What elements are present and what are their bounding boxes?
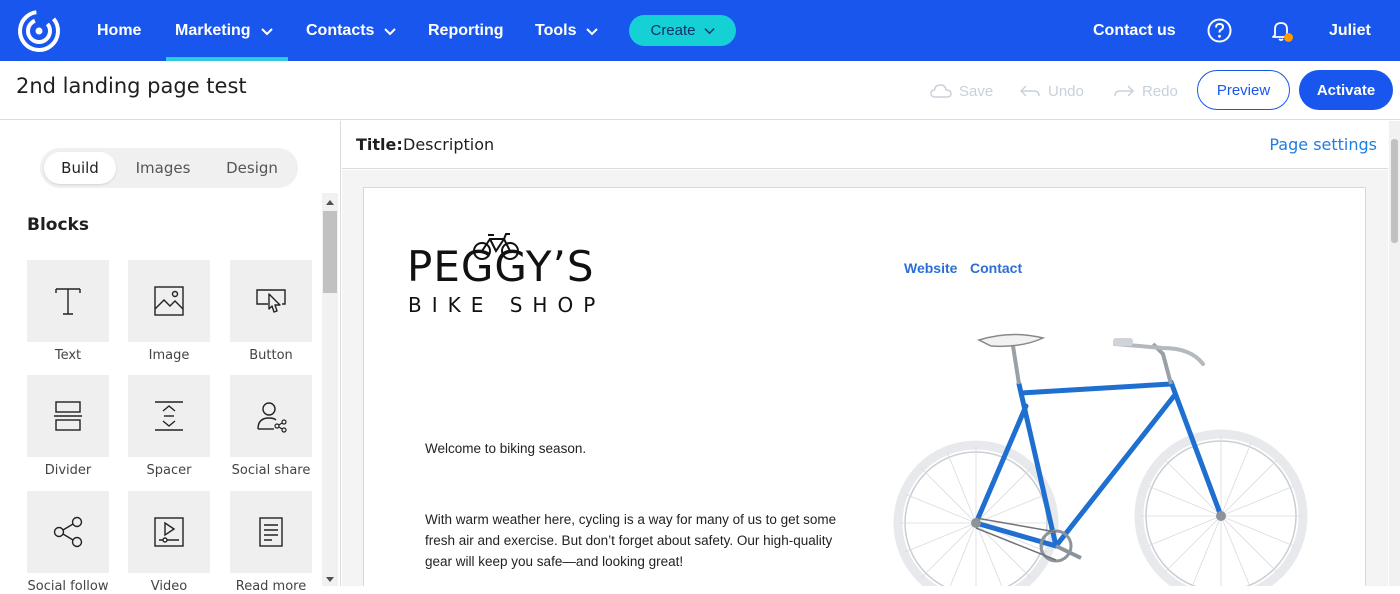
block-divider-label: Divider bbox=[44, 463, 92, 478]
block-image-tile bbox=[128, 260, 210, 342]
user-name: Juliet bbox=[1329, 21, 1371, 39]
preview-button[interactable]: Preview bbox=[1197, 70, 1290, 110]
block-video-label: Video bbox=[150, 579, 188, 594]
user-menu[interactable]: Juliet bbox=[1329, 0, 1371, 61]
block-read-more-tile bbox=[230, 491, 312, 573]
contact-us-label: Contact us bbox=[1093, 21, 1176, 39]
block-text-label: Text bbox=[54, 348, 82, 363]
body-line-1: With warm weather here, cycling is a way… bbox=[425, 512, 837, 527]
block-text-tile bbox=[27, 260, 109, 342]
block-image-label: Image bbox=[148, 348, 190, 363]
block-video[interactable]: Video bbox=[128, 491, 210, 594]
nav-home-label: Home bbox=[97, 21, 142, 39]
tab-design[interactable]: Design bbox=[210, 152, 294, 184]
nav-contacts[interactable]: Contacts bbox=[306, 0, 397, 61]
bicycle-logo-icon bbox=[473, 233, 519, 260]
bicycle-product-image bbox=[893, 333, 1308, 586]
redo-icon bbox=[1114, 85, 1134, 97]
block-read-more-label: Read more bbox=[235, 579, 307, 594]
block-image[interactable]: Image bbox=[128, 260, 210, 363]
nav-marketing[interactable]: Marketing bbox=[166, 0, 288, 61]
undo-button[interactable]: Undo bbox=[1019, 80, 1084, 102]
nav-tools[interactable]: Tools bbox=[535, 0, 599, 61]
chevron-down-icon bbox=[260, 27, 273, 35]
chevron-down-icon bbox=[586, 27, 599, 35]
chevron-down-icon bbox=[384, 27, 397, 35]
undo-label: Undo bbox=[1048, 82, 1084, 100]
block-read-more[interactable]: Read more bbox=[230, 491, 312, 594]
nav-contacts-label: Contacts bbox=[306, 21, 375, 39]
scroll-up-arrow-icon[interactable] bbox=[322, 195, 338, 209]
blocks-heading: Blocks bbox=[27, 215, 89, 235]
block-social-share[interactable]: Social share bbox=[230, 375, 312, 478]
constant-contact-logo-icon[interactable] bbox=[16, 8, 62, 54]
divider-icon bbox=[54, 401, 82, 431]
social-share-icon bbox=[257, 402, 287, 433]
brand-subtitle: BIKE SHOP bbox=[408, 293, 606, 317]
editor-scrollbar[interactable] bbox=[1389, 121, 1400, 586]
block-spacer[interactable]: Spacer bbox=[128, 375, 210, 478]
create-button[interactable]: Create bbox=[629, 15, 736, 46]
block-divider-tile bbox=[27, 375, 109, 457]
help-icon[interactable] bbox=[1207, 18, 1232, 43]
tab-build[interactable]: Build bbox=[44, 152, 116, 184]
block-text[interactable]: Text bbox=[27, 260, 109, 363]
welcome-text: Welcome to biking season. bbox=[425, 441, 587, 456]
image-icon bbox=[154, 286, 184, 316]
contact-link[interactable]: Contact bbox=[970, 260, 1022, 276]
editor-scrollbar-thumb[interactable] bbox=[1391, 139, 1398, 243]
save-button[interactable]: Save bbox=[930, 80, 993, 102]
nav-home[interactable]: Home bbox=[97, 0, 141, 61]
video-icon bbox=[154, 517, 184, 547]
block-social-follow-label: Social follow bbox=[27, 579, 109, 594]
sidebar-tabs: Build Images Design bbox=[40, 148, 298, 188]
contact-us-link[interactable]: Contact us bbox=[1093, 0, 1176, 61]
page-title-bar: Title: Description Page settings bbox=[342, 121, 1388, 169]
page-title[interactable]: 2nd landing page test bbox=[16, 74, 247, 98]
activate-button[interactable]: Activate bbox=[1299, 70, 1393, 110]
spacer-icon bbox=[155, 401, 183, 431]
notification-bell-icon[interactable] bbox=[1269, 18, 1295, 44]
block-button[interactable]: Button bbox=[230, 260, 312, 363]
nav-marketing-label: Marketing bbox=[175, 21, 251, 39]
redo-button[interactable]: Redo bbox=[1113, 80, 1178, 102]
block-social-follow-tile bbox=[27, 491, 109, 573]
button-icon bbox=[256, 289, 286, 313]
social-follow-icon bbox=[53, 516, 83, 548]
create-button-label: Create bbox=[650, 22, 696, 39]
block-spacer-tile bbox=[128, 375, 210, 457]
tab-images[interactable]: Images bbox=[124, 152, 202, 184]
block-button-label: Button bbox=[249, 348, 293, 363]
redo-label: Redo bbox=[1142, 82, 1178, 100]
read-more-icon bbox=[259, 517, 283, 547]
nav-reporting-label: Reporting bbox=[428, 21, 504, 39]
block-divider[interactable]: Divider bbox=[27, 375, 109, 478]
block-spacer-label: Spacer bbox=[146, 463, 192, 478]
nav-reporting[interactable]: Reporting bbox=[428, 0, 504, 61]
website-link[interactable]: Website bbox=[904, 260, 957, 276]
blocks-sidebar: Build Images Design Blocks Text Image Bu… bbox=[0, 121, 341, 594]
block-video-tile bbox=[128, 491, 210, 573]
nav-tools-label: Tools bbox=[535, 21, 577, 39]
block-social-share-tile bbox=[230, 375, 312, 457]
undo-icon bbox=[1020, 85, 1040, 97]
block-social-follow[interactable]: Social follow bbox=[27, 491, 109, 594]
editor-toolbar: 2nd landing page test Save Undo Redo Pre… bbox=[0, 61, 1400, 120]
sidebar-scrollbar-thumb[interactable] bbox=[323, 211, 337, 293]
landing-page-preview[interactable]: PEGGY’S BIKE SHOP Website Contact Welcom… bbox=[363, 187, 1366, 586]
top-navigation-bar: Home Marketing Contacts Reporting Tools … bbox=[0, 0, 1400, 61]
scroll-down-arrow-icon[interactable] bbox=[322, 572, 338, 586]
save-label: Save bbox=[959, 82, 994, 100]
block-social-share-label: Social share bbox=[231, 463, 311, 478]
page-settings-link[interactable]: Page settings bbox=[1269, 135, 1377, 154]
title-value[interactable]: Description bbox=[403, 135, 494, 154]
body-line-3: gear will keep you safe—and looking grea… bbox=[425, 554, 684, 569]
body-line-2: fresh air and exercise. But don’t forget… bbox=[425, 533, 833, 548]
chevron-down-icon bbox=[703, 28, 715, 35]
title-key-label: Title: bbox=[356, 135, 403, 154]
text-icon bbox=[55, 288, 81, 315]
block-button-tile bbox=[230, 260, 312, 342]
cloud-icon bbox=[930, 84, 952, 98]
sidebar-scrollbar[interactable] bbox=[322, 193, 338, 586]
